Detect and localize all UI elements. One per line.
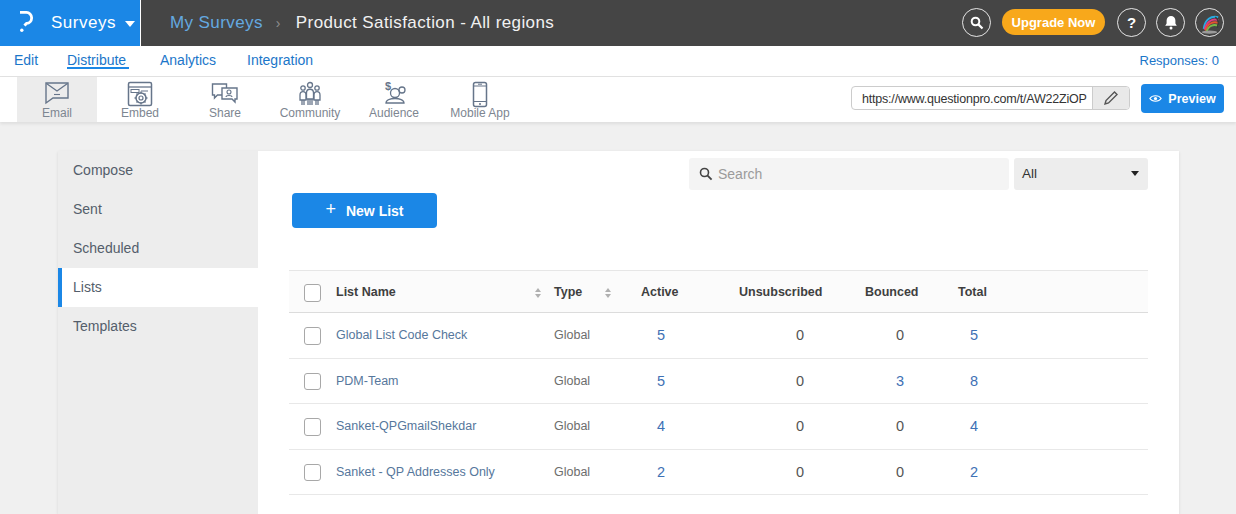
svg-text:$: $ <box>385 81 391 92</box>
